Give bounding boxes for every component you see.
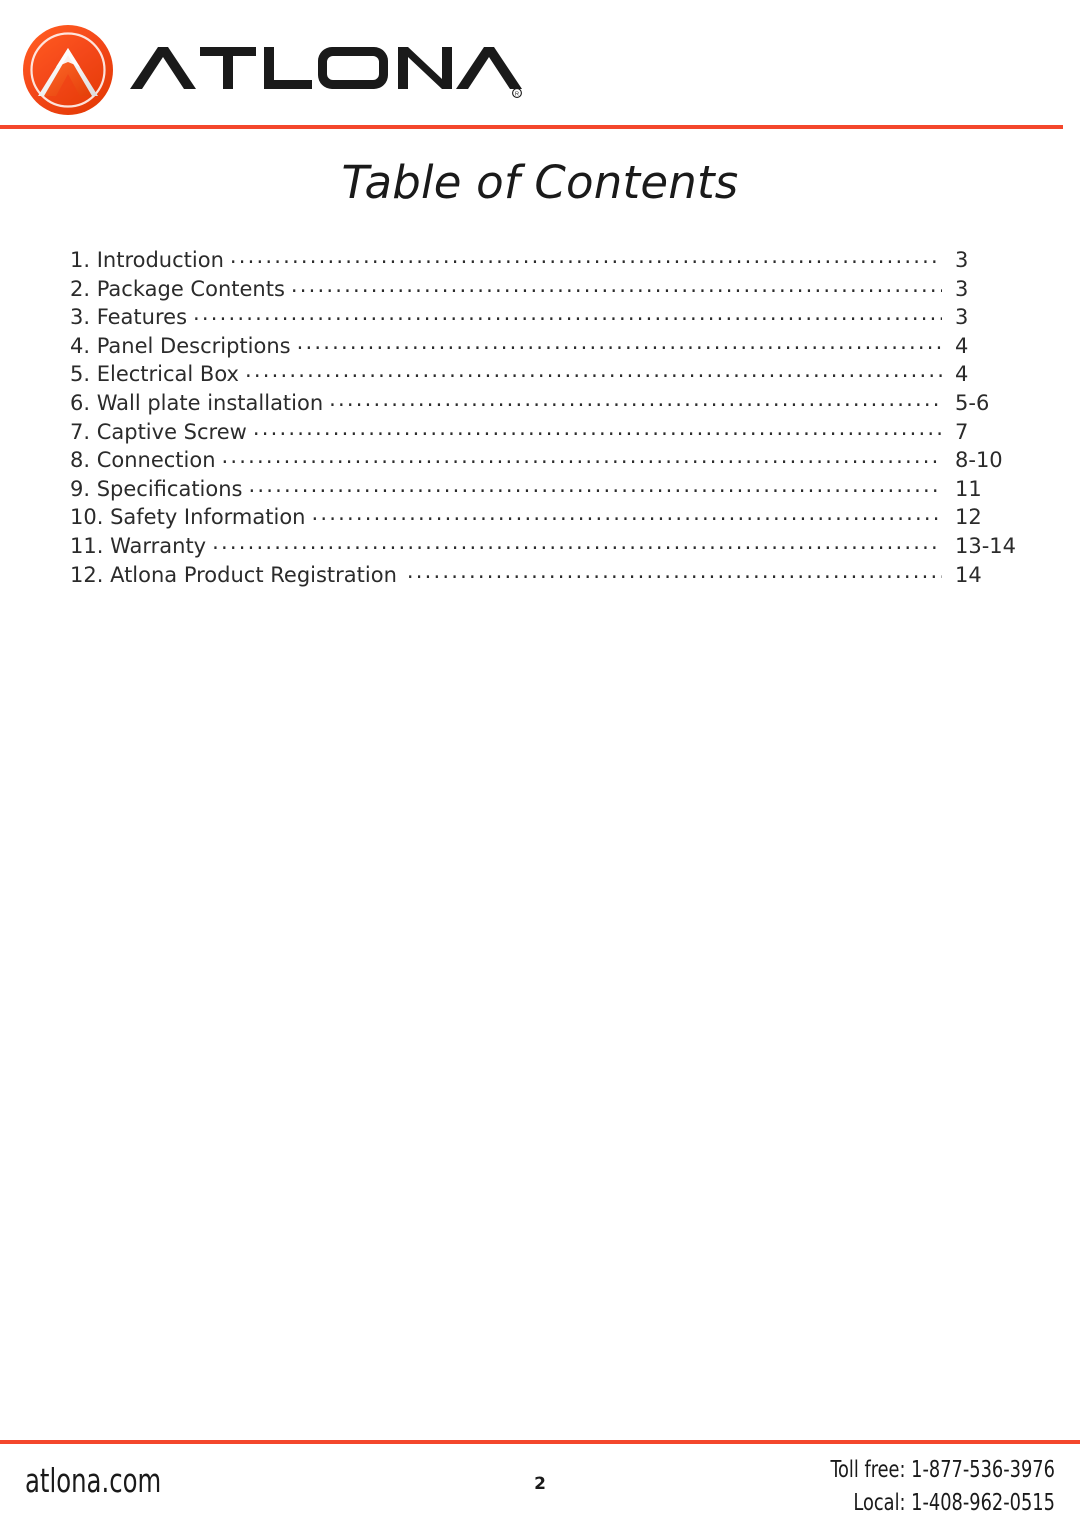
toc-entry-label: 4. Panel Descriptions — [70, 333, 291, 358]
toc-dot-leader — [311, 503, 942, 524]
toc-dot-leader — [291, 275, 942, 296]
toc-entry-11[interactable]: 11. Warranty 13-14 — [70, 532, 1060, 561]
toc-entry-page: 11 — [955, 476, 982, 501]
toc-entry-12[interactable]: 12. Atlona Product Registration 14 — [70, 561, 1060, 590]
toc-entry-8[interactable]: 8. Connection 8-10 — [70, 446, 1060, 475]
toc-entry-label: 7. Captive Screw — [70, 419, 247, 444]
toc-dot-leader — [230, 246, 942, 267]
toc-entry-page: 8-10 — [955, 448, 1003, 473]
footer-toll-free-phone: Toll free: 1-877-536-3976 — [830, 1457, 1055, 1483]
toc-entry-page: 12 — [955, 505, 982, 530]
svg-text:R: R — [515, 92, 519, 98]
toc-dot-leader — [297, 332, 942, 353]
toc-entry-label: 10. Safety Information — [70, 505, 306, 530]
toc-entry-page: 3 — [955, 276, 969, 301]
toc-entry-4[interactable]: 4. Panel Descriptions 4 — [70, 332, 1060, 361]
atlona-chevron-circle-logo-icon — [22, 24, 114, 116]
toc-entry-page: 3 — [955, 248, 969, 272]
toc-entry-label: 9. Specifications — [70, 476, 243, 501]
toc-dot-leader — [245, 360, 942, 381]
toc-dot-leader — [329, 389, 942, 410]
atlona-logo: R — [22, 24, 523, 116]
header-divider-rule — [0, 125, 1063, 129]
toc-dot-leader — [193, 303, 942, 324]
toc-entry-7[interactable]: 7. Captive Screw 7 — [70, 418, 1060, 447]
toc-entry-3[interactable]: 3. Features 3 — [70, 303, 1060, 332]
toc-entry-label: 2. Package Contents — [70, 276, 285, 301]
toc-dot-leader — [253, 418, 942, 439]
toc-entry-2[interactable]: 2. Package Contents 3 — [70, 275, 1060, 304]
footer-local-phone: Local: 1-408-962-0515 — [853, 1490, 1055, 1516]
footer-contact-block: Toll free: 1-877-536-3976 Local: 1-408-9… — [794, 1454, 1055, 1520]
toc-entry-page: 13-14 — [955, 533, 1017, 558]
toc-entry-label: 5. Electrical Box — [70, 362, 239, 387]
toc-entry-page: 14 — [955, 562, 982, 587]
toc-entry-label: 6. Wall plate installation — [70, 390, 324, 415]
toc-entry-5[interactable]: 5. Electrical Box 4 — [70, 360, 1060, 389]
toc-dot-leader — [212, 532, 942, 553]
toc-entry-1[interactable]: 1. Introduction 3 — [70, 246, 1060, 275]
toc-entry-page: 4 — [955, 362, 969, 387]
toc-entry-page: 7 — [955, 419, 969, 444]
toc-entry-page: 4 — [955, 333, 969, 358]
toc-entry-label: 12. Atlona Product Registration — [70, 562, 397, 587]
toc-entry-label: 1. Introduction — [70, 248, 224, 272]
toc-entry-6[interactable]: 6. Wall plate installation 5-6 — [70, 389, 1060, 418]
toc-entry-label: 11. Warranty — [70, 533, 207, 558]
toc-entry-page: 3 — [955, 305, 969, 330]
toc-dot-leader — [407, 561, 942, 582]
toc-entry-label: 3. Features — [70, 305, 188, 330]
atlona-wordmark: R — [128, 41, 523, 99]
toc-entry-10[interactable]: 10. Safety Information 12 — [70, 503, 1060, 532]
page-title: Table of Contents — [341, 156, 739, 209]
toc-entry-label: 8. Connection — [70, 448, 216, 473]
toc-entry-9[interactable]: 9. Specifications 11 — [70, 475, 1060, 504]
toc-entry-page: 5-6 — [955, 390, 990, 415]
page-header: R — [0, 0, 1080, 129]
table-of-contents-list: 1. Introduction 3 2. Package Contents 3 … — [70, 246, 1060, 589]
page-footer: atlona.com 2 Toll free: 1-877-536-3976 L… — [0, 1444, 1080, 1527]
registered-mark-icon: R — [512, 88, 522, 98]
toc-dot-leader — [222, 446, 942, 467]
toc-dot-leader — [248, 475, 942, 496]
